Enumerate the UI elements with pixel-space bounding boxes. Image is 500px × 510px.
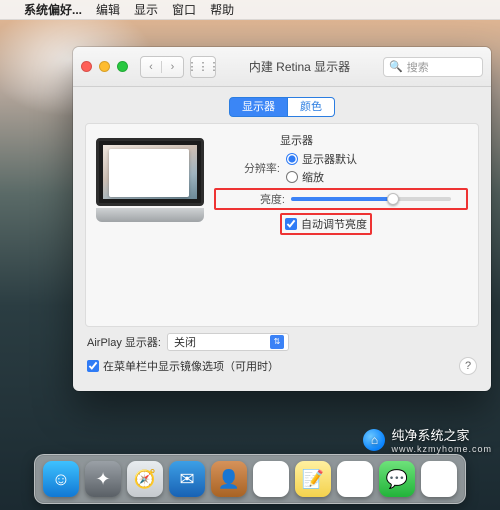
mirror-option-row[interactable]: 在菜单栏中显示镜像选项（可用时） [87,358,279,374]
help-button[interactable]: ? [459,357,477,375]
show-all-button[interactable]: ⋮⋮⋮ [190,56,216,78]
radio-scaled-input[interactable] [286,171,298,183]
radio-default-input[interactable] [286,153,298,165]
watermark-title: 纯净系统之家 [391,428,469,443]
airplay-select[interactable]: 关闭 ⇅ [167,333,289,351]
forward-button[interactable]: › [162,61,183,73]
dock-app-notes[interactable]: 📝 [295,461,331,497]
titlebar: ‹ › ⋮⋮⋮ 内建 Retina 显示器 🔍 搜索 [73,47,491,87]
watermark-url: www.kzmyhome.com [391,444,492,454]
brightness-slider[interactable] [291,197,451,201]
auto-brightness-label: 自动调节亮度 [301,216,367,232]
tab-bar: 显示器 颜色 [85,97,479,117]
minimize-button[interactable] [99,61,110,72]
zoom-button[interactable] [117,61,128,72]
tab-display[interactable]: 显示器 [229,97,288,117]
monitor-thumbnail [96,138,204,230]
window-title: 内建 Retina 显示器 [222,58,377,75]
dock-app-launchpad[interactable]: ✦ [85,461,121,497]
close-button[interactable] [81,61,92,72]
radio-default-for-display[interactable]: 显示器默认 [286,151,357,167]
search-field[interactable]: 🔍 搜索 [383,57,483,77]
menu-window[interactable]: 窗口 [172,1,196,18]
dock-app-mail[interactable]: ✉ [169,461,205,497]
nav-back-forward[interactable]: ‹ › [140,56,184,78]
display-settings: 显示器 分辨率: 显示器默认 缩放 [85,123,479,327]
airplay-value: 关闭 [174,334,196,350]
menu-app[interactable]: 系统偏好... [24,1,82,18]
dock-app-safari[interactable]: 🧭 [127,461,163,497]
resolution-label: 分辨率: [214,160,280,176]
desktop: 系统偏好... 编辑 显示 窗口 帮助 ‹ › ⋮⋮⋮ 内建 Retina 显示… [0,0,500,510]
auto-brightness-checkbox[interactable] [285,218,297,230]
mirror-checkbox[interactable] [87,360,99,372]
auto-brightness-row[interactable]: 自动调节亮度 [280,213,372,235]
main-pane: 显示器 颜色 显示器 分辨率: [73,87,491,391]
search-icon: 🔍 [389,60,403,73]
radio-scaled-label: 缩放 [302,169,324,185]
menubar: 系统偏好... 编辑 显示 窗口 帮助 [0,0,500,20]
chevron-updown-icon: ⇅ [270,335,284,349]
dock-app-calendar[interactable]: 🗓 [253,461,289,497]
dock-app-finder[interactable]: ☺ [43,461,79,497]
watermark-logo-icon: ⌂ [363,429,385,451]
mirror-label: 在菜单栏中显示镜像选项（可用时） [103,358,279,374]
watermark: ⌂ 纯净系统之家 www.kzmyhome.com [363,425,492,454]
brightness-row: 亮度: [214,188,468,210]
airplay-label: AirPlay 显示器: [87,334,161,350]
radio-scaled[interactable]: 缩放 [286,169,357,185]
dock-app-messages[interactable]: 💬 [379,461,415,497]
window-controls [81,61,128,72]
tab-color[interactable]: 颜色 [288,97,335,117]
dock-app-contacts[interactable]: 👤 [211,461,247,497]
dock: ☺✦🧭✉👤🗓📝☑💬✿ [34,454,466,504]
back-button[interactable]: ‹ [141,61,162,73]
display-prefs-window: ‹ › ⋮⋮⋮ 内建 Retina 显示器 🔍 搜索 显示器 颜色 [73,47,491,391]
bottom-bar: AirPlay 显示器: 关闭 ⇅ 在菜单栏中显示镜像选项（可用时） ? [85,327,479,381]
display-heading: 显示器 [280,132,313,148]
search-placeholder: 搜索 [407,59,429,75]
brightness-label: 亮度: [219,191,285,207]
menu-view[interactable]: 显示 [134,1,158,18]
menu-help[interactable]: 帮助 [210,1,234,18]
menu-edit[interactable]: 编辑 [96,1,120,18]
dock-app-reminders[interactable]: ☑ [337,461,373,497]
dock-app-photos[interactable]: ✿ [421,461,457,497]
radio-default-label: 显示器默认 [302,151,357,167]
